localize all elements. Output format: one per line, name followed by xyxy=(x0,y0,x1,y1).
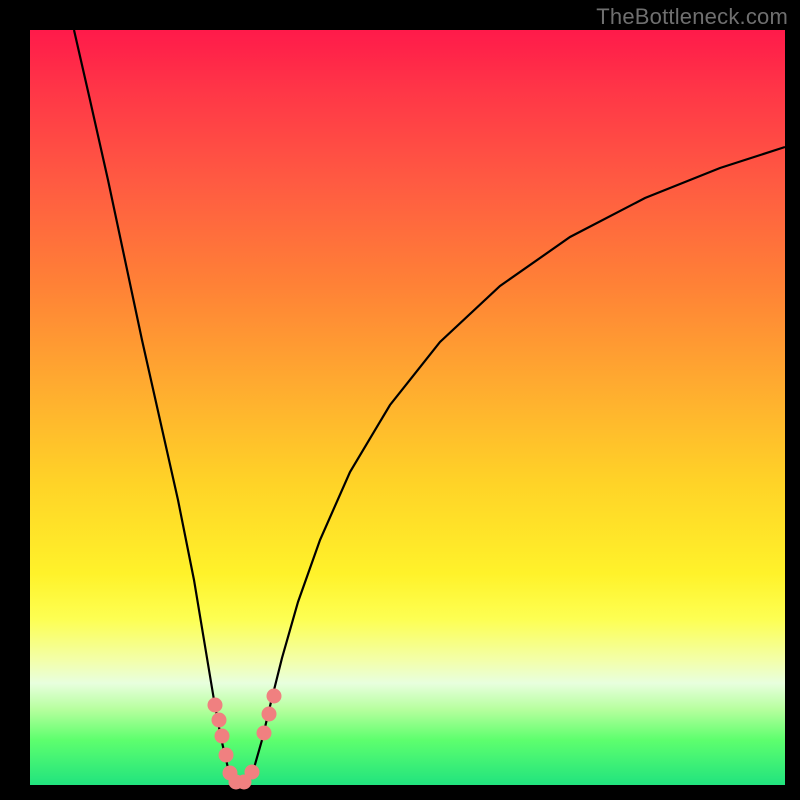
bottleneck-curve-path xyxy=(74,30,785,782)
chart-frame: TheBottleneck.com xyxy=(0,0,800,800)
gradient-plot-area xyxy=(30,30,785,785)
bottleneck-curve-svg xyxy=(30,30,785,785)
curve-marker xyxy=(267,689,282,704)
curve-marker xyxy=(219,748,234,763)
curve-marker xyxy=(245,765,260,780)
curve-marker xyxy=(262,707,277,722)
watermark-text: TheBottleneck.com xyxy=(596,4,788,30)
curve-marker xyxy=(208,698,223,713)
curve-marker xyxy=(215,729,230,744)
curve-marker xyxy=(257,726,272,741)
curve-marker xyxy=(212,713,227,728)
